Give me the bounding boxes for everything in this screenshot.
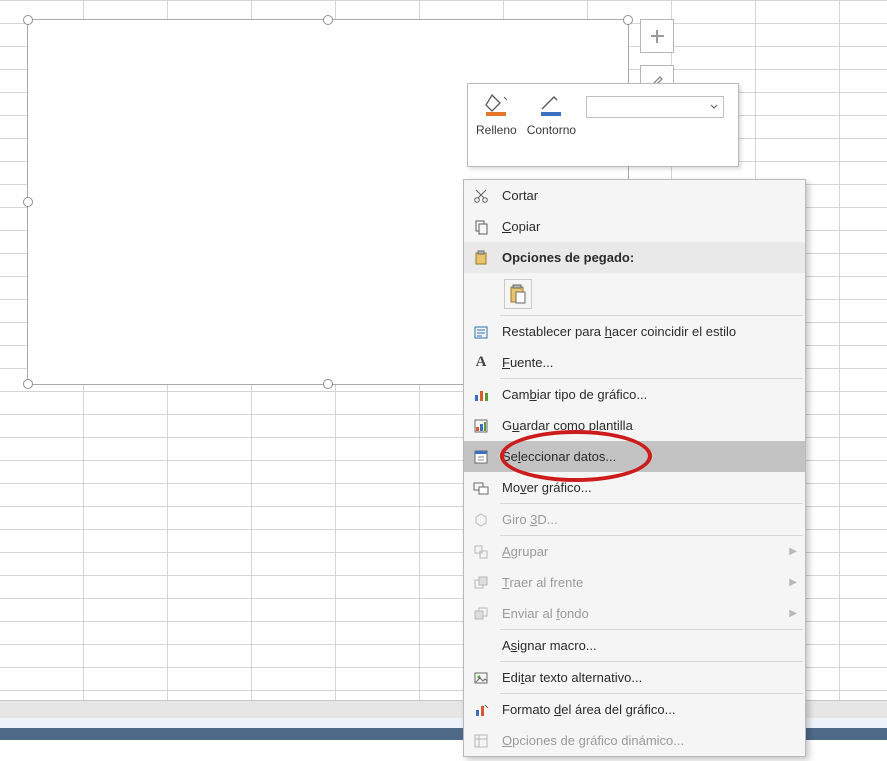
outline-label: Contorno <box>527 123 576 137</box>
send-back-icon <box>470 603 492 625</box>
outline-icon <box>537 91 565 119</box>
menu-cut[interactable]: Cortar <box>464 180 805 211</box>
fill-label: Relleno <box>476 123 517 137</box>
alt-text-icon <box>470 667 492 689</box>
style-gallery-dropdown[interactable] <box>586 96 724 118</box>
chart-type-icon <box>470 384 492 406</box>
menu-group: Agrupar ▶ <box>464 536 805 567</box>
resize-handle-tr[interactable] <box>623 15 633 25</box>
menu-assign-macro[interactable]: Asignar macro... <box>464 630 805 661</box>
submenu-arrow-icon: ▶ <box>789 546 797 557</box>
menu-change-chart-type[interactable]: Cambiar tipo de gráfico... <box>464 379 805 410</box>
group-icon <box>470 541 492 563</box>
resize-handle-l[interactable] <box>23 197 33 207</box>
reset-style-icon <box>470 321 492 343</box>
menu-move-chart[interactable]: Mover gráfico... <box>464 472 805 503</box>
resize-handle-t[interactable] <box>323 15 333 25</box>
submenu-arrow-icon: ▶ <box>789 577 797 588</box>
blank-icon <box>470 635 492 657</box>
scissors-icon <box>470 185 492 207</box>
move-chart-icon <box>470 477 492 499</box>
menu-paste-options-header: Opciones de pegado: <box>464 242 805 273</box>
menu-pivot-chart-options: Opciones de gráfico dinámico... <box>464 725 805 756</box>
font-icon: A <box>470 352 492 374</box>
menu-font[interactable]: A Fuente... <box>464 347 805 378</box>
menu-reset-style[interactable]: Restablecer para hacer coincidir el esti… <box>464 316 805 347</box>
paste-options-label: Opciones de pegado: <box>502 250 797 265</box>
menu-send-back: Enviar al fondo ▶ <box>464 598 805 629</box>
menu-edit-alt-text[interactable]: Editar texto alternativo... <box>464 662 805 693</box>
paste-clipboard-icon <box>504 279 532 309</box>
resize-handle-tl[interactable] <box>23 15 33 25</box>
outline-dropdown[interactable]: Contorno <box>527 91 576 137</box>
menu-bring-front: Traer al frente ▶ <box>464 567 805 598</box>
menu-copy[interactable]: CCopiaropiar <box>464 211 805 242</box>
chart-context-menu: Cortar CCopiaropiar Opciones de pegado: … <box>463 179 806 757</box>
add-chart-element-button[interactable] <box>640 19 674 53</box>
format-chart-icon <box>470 699 492 721</box>
fill-dropdown[interactable]: Relleno <box>476 91 517 137</box>
resize-handle-b[interactable] <box>323 379 333 389</box>
chevron-down-icon <box>710 103 718 111</box>
fill-icon <box>482 91 510 119</box>
menu-format-chart-area[interactable]: Formato del área del gráfico... <box>464 694 805 725</box>
save-template-icon <box>470 415 492 437</box>
paste-icon <box>470 247 492 269</box>
copy-icon <box>470 216 492 238</box>
plus-icon <box>650 29 665 44</box>
menu-3d-rotation: Giro 3D... <box>464 504 805 535</box>
menu-select-data[interactable]: Seleccionar datos... <box>464 441 805 472</box>
menu-save-template[interactable]: Guardar como plantilla <box>464 410 805 441</box>
pivot-chart-icon <box>470 730 492 752</box>
mini-format-toolbar: Relleno Contorno <box>467 83 739 167</box>
rotate-3d-icon <box>470 509 492 531</box>
resize-handle-bl[interactable] <box>23 379 33 389</box>
submenu-arrow-icon: ▶ <box>789 608 797 619</box>
select-data-icon <box>470 446 492 468</box>
bring-front-icon <box>470 572 492 594</box>
menu-paste-default[interactable] <box>464 273 805 315</box>
